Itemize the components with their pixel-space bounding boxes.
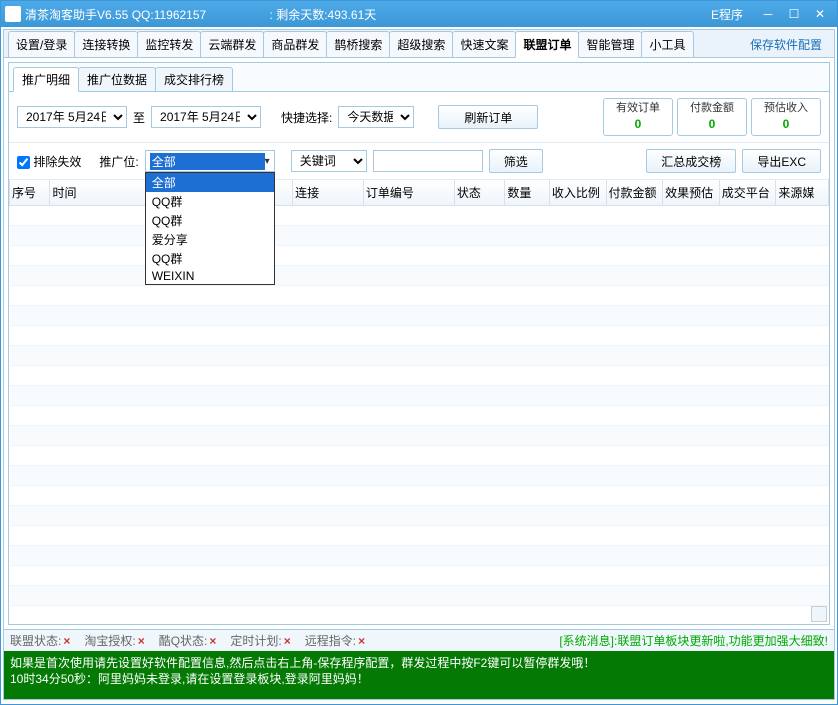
main-tab[interactable]: 鹊桥搜索 [326,31,390,57]
column-header[interactable]: 效果预估 [663,180,720,206]
chevron-down-icon: ▾ [265,156,270,167]
table-row [10,326,829,346]
keyword-type[interactable]: 关键词 [291,150,367,172]
console: 如果是首次使用请先设置好软件配置信息,然后点击右上角-保存程序配置，群发过程中按… [4,651,834,699]
main-tab[interactable]: 小工具 [641,31,693,57]
status-message: [系统消息]:联盟订单板块更新啦,功能更加强大细致! [559,632,828,649]
titlebar: 清茶淘客助手V6.55 QQ:11962157 : 剩余天数:493.61天 E… [1,1,837,27]
keyword-input[interactable] [373,150,483,172]
column-header[interactable]: 序号 [10,180,50,206]
save-config-link[interactable]: 保存软件配置 [742,32,830,57]
column-header[interactable]: 订单编号 [363,180,454,206]
stat-group: 付款金额0 [677,98,747,136]
export-button[interactable]: 导出EXC [742,149,821,173]
filter-button[interactable]: 筛选 [489,149,543,173]
table-row [10,486,829,506]
app-icon [5,6,21,22]
main-tab[interactable]: 连接转换 [74,31,138,57]
window-title: 清茶淘客助手V6.55 QQ:11962157 : 剩余天数:493.61天 [25,6,711,23]
main-tab[interactable]: 联盟订单 [515,31,579,58]
main-tab[interactable]: 智能管理 [578,31,642,57]
column-header[interactable]: 成交平台 [719,180,776,206]
dropdown-option[interactable]: 全部 [146,173,274,192]
stat-group: 预估收入0 [751,98,821,136]
table-row [10,586,829,606]
table-row [10,606,829,625]
table-row [10,506,829,526]
dropdown-option[interactable]: WEIXIN [146,268,274,284]
table-row [10,546,829,566]
toolbar-row-1: 2017年 5月24日 至 2017年 5月24日 快捷选择: 今天数据 刷新订… [9,92,829,143]
column-header[interactable]: 付款金额 [606,180,663,206]
dropdown-option[interactable]: QQ群 [146,249,274,268]
minimize-button[interactable]: ─ [755,4,781,24]
column-header[interactable]: 收入比例 [549,180,606,206]
sub-tabs: 推广明细推广位数据成交排行榜 [9,63,829,92]
status-item: 酷Q状态:× [159,632,217,649]
table-row [10,446,829,466]
refresh-button[interactable]: 刷新订单 [438,105,538,129]
table-row [10,286,829,306]
table-row [10,206,829,226]
table-row [10,426,829,446]
main-tab[interactable]: 云端群发 [200,31,264,57]
main-tab[interactable]: 超级搜索 [389,31,453,57]
to-label: 至 [133,109,145,126]
status-bar: 联盟状态:× 淘宝授权:× 酷Q状态:× 定时计划:× 远程指令:× [系统消息]:联盟… [4,629,834,651]
pos-combo[interactable]: 全部 ▾ [145,150,275,172]
main-tab[interactable]: 设置/登录 [8,31,75,57]
toolbar-row-2: 排除失效 推广位: 全部 ▾ 全部QQ群QQ群爱分享QQ群WEIXIN 关键词 … [9,143,829,180]
sub-tab[interactable]: 成交排行榜 [155,67,233,91]
column-header[interactable]: 数量 [505,180,549,206]
main-tab[interactable]: 商品群发 [263,31,327,57]
main-tabs: 设置/登录连接转换监控转发云端群发商品群发鹊桥搜索超级搜索快速文案联盟订单智能管… [4,30,834,58]
table-row [10,226,829,246]
console-line: 10时34分50秒：阿里妈妈未登录,请在设置登录板块,登录阿里妈妈！ [10,671,828,687]
table-row [10,246,829,266]
sub-tab[interactable]: 推广明细 [13,67,79,92]
table-row [10,266,829,286]
status-item: 联盟状态:× [10,632,70,649]
data-table: 序号时间连接订单编号状态数量收入比例付款金额效果预估成交平台来源媒 [9,180,829,624]
main-tab[interactable]: 快速文案 [452,31,516,57]
dropdown-option[interactable]: QQ群 [146,211,274,230]
sub-tab[interactable]: 推广位数据 [78,67,156,91]
table-row [10,466,829,486]
column-header[interactable]: 连接 [293,180,364,206]
scroll-corner [811,606,827,622]
table-row [10,346,829,366]
column-header[interactable]: 来源媒 [776,180,829,206]
quick-label: 快捷选择: [281,109,332,126]
table-row [10,566,829,586]
status-item: 定时计划:× [230,632,290,649]
main-tab[interactable]: 监控转发 [137,31,201,57]
column-header[interactable]: 状态 [454,180,505,206]
stat-group: 有效订单0 [603,98,673,136]
table-row [10,526,829,546]
table-row [10,406,829,426]
date-to[interactable]: 2017年 5月24日 [151,106,261,128]
quick-select[interactable]: 今天数据 [338,106,414,128]
titlebar-label: E程序 [711,6,743,23]
status-item: 淘宝授权:× [84,632,144,649]
date-from[interactable]: 2017年 5月24日 [17,106,127,128]
dropdown-option[interactable]: QQ群 [146,192,274,211]
console-line: 如果是首次使用请先设置好软件配置信息,然后点击右上角-保存程序配置，群发过程中按… [10,655,828,671]
status-item: 远程指令:× [305,632,365,649]
table-row [10,386,829,406]
dropdown-option[interactable]: 爱分享 [146,230,274,249]
close-button[interactable]: ✕ [807,4,833,24]
table-row [10,306,829,326]
exclude-check[interactable]: 排除失效 [17,153,81,170]
summary-button[interactable]: 汇总成交榜 [646,149,736,173]
pos-dropdown: 全部QQ群QQ群爱分享QQ群WEIXIN [145,172,275,285]
table-row [10,366,829,386]
maximize-button[interactable]: ☐ [781,4,807,24]
pos-label: 推广位: [99,153,138,170]
data-table-wrap: 序号时间连接订单编号状态数量收入比例付款金额效果预估成交平台来源媒 [9,180,829,624]
